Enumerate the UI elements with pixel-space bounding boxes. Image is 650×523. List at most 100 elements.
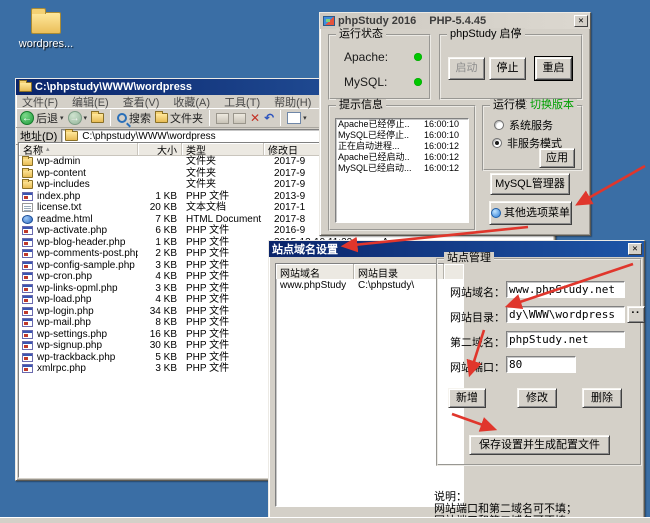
message-text: MySQL已经停止..	[338, 130, 409, 141]
file-type-icon	[22, 169, 33, 178]
stop-button[interactable]: 停止	[489, 57, 526, 80]
start-button[interactable]: 启动	[448, 57, 485, 80]
column-name[interactable]: 名称▴	[19, 143, 138, 155]
file-name: wp-admin	[37, 156, 138, 167]
delete-icon[interactable]: ✕	[250, 111, 260, 125]
file-size: 34 KB	[138, 306, 182, 317]
message-text: Apache已经启动..	[338, 152, 410, 163]
site-row[interactable]: www.phpStudy C:\phpstudy\	[276, 279, 463, 292]
file-type: PHP 文件	[182, 225, 264, 236]
message-time: 16:00:12	[424, 152, 465, 163]
file-type: PHP 文件	[182, 237, 264, 248]
file-type: PHP 文件	[182, 363, 264, 374]
file-type-icon	[22, 318, 33, 327]
browse-button[interactable]: ··	[627, 306, 645, 323]
file-type: PHP 文件	[182, 340, 264, 351]
modify-button[interactable]: 修改	[517, 388, 557, 408]
file-type: HTML Document	[182, 214, 264, 225]
file-type-icon	[22, 295, 33, 304]
switch-version-link[interactable]: 切换版本	[527, 99, 577, 111]
up-button[interactable]	[91, 113, 104, 123]
save-config-button[interactable]: 保存设置并生成配置文件	[469, 435, 610, 455]
views-icon	[287, 112, 301, 124]
file-name: wp-settings.php	[37, 329, 138, 340]
control-group: phpStudy 启停 启动 停止 重启	[439, 34, 583, 100]
add-button[interactable]: 新增	[448, 388, 486, 408]
message-row: MySQL已经启动... 16:00:12	[336, 163, 468, 174]
file-type-icon	[22, 353, 33, 362]
other-options-button[interactable]: 其他选项菜单	[489, 201, 572, 225]
file-type: PHP 文件	[182, 352, 264, 363]
file-type-icon	[22, 284, 33, 293]
domain2-input[interactable]: phpStudy.net	[506, 331, 625, 348]
file-size: 4 KB	[138, 294, 182, 305]
taskbar[interactable]	[0, 517, 650, 523]
file-size: 4 KB	[138, 271, 182, 282]
domain2-label: 第二域名：	[450, 334, 505, 350]
file-name: wp-trackback.php	[37, 352, 138, 363]
forward-dropdown-icon[interactable]: ▾	[84, 114, 88, 122]
phpstudy-window: phpStudy 2016 PHP-5.4.45 ✕ 运行状态 Apache: …	[319, 12, 591, 236]
domain-input[interactable]: www.phpStudy.net	[506, 281, 625, 298]
file-name: license.txt	[37, 202, 138, 213]
site-list-rows: www.phpStudy C:\phpstudy\	[276, 279, 463, 292]
file-size: 8 KB	[138, 317, 182, 328]
dir-label: 网站目录：	[450, 309, 505, 325]
search-button[interactable]: 搜索	[117, 110, 151, 126]
mysql-status-dot	[414, 78, 422, 86]
messages-listbox[interactable]: Apache已经停止.. 16:00:10 MySQL已经停止.. 16:00:…	[335, 118, 469, 223]
file-size: 7 KB	[138, 214, 182, 225]
column-type[interactable]: 类型	[182, 143, 264, 155]
message-row: Apache已经启动.. 16:00:12	[336, 152, 468, 163]
menu-item[interactable]: 编辑(E)	[72, 94, 109, 110]
apache-status: Apache:	[344, 50, 422, 64]
menu-item[interactable]: 文件(F)	[22, 94, 58, 110]
radio-system-service[interactable]: 系统服务	[494, 117, 553, 133]
toolbar-separator	[280, 110, 281, 126]
mysql-manager-button[interactable]: MySQL管理器	[490, 173, 570, 195]
back-icon: ←	[20, 111, 34, 125]
restart-button[interactable]: 重启	[535, 57, 572, 80]
forward-button[interactable]: → ▾	[68, 111, 88, 125]
copy-to-icon[interactable]	[233, 113, 246, 124]
toolbar-separator	[110, 110, 111, 126]
message-text: Apache已经停止..	[338, 119, 410, 130]
col-site-dir[interactable]: 网站目录	[354, 264, 444, 279]
close-icon[interactable]: ✕	[574, 15, 588, 27]
menu-item[interactable]: 收藏(A)	[173, 94, 210, 110]
menu-item[interactable]: 工具(T)	[224, 94, 260, 110]
file-name: wp-comments-post.php	[37, 248, 138, 259]
menu-item[interactable]: 帮助(H)	[274, 94, 311, 110]
options-orb-icon	[491, 208, 501, 218]
file-name: wp-blog-header.php	[37, 237, 138, 248]
message-row: 正在启动进程... 16:00:12	[336, 141, 468, 152]
delete-button[interactable]: 删除	[582, 388, 622, 408]
column-size[interactable]: 大小	[138, 143, 182, 155]
move-to-icon[interactable]	[216, 113, 229, 124]
file-type-icon	[22, 238, 33, 247]
desktop-folder-wordpress[interactable]: wordpres...	[14, 12, 78, 50]
dir-input[interactable]: dy\WWW\wordpress	[506, 306, 625, 323]
file-size: 30 KB	[138, 340, 182, 351]
folders-button[interactable]: 文件夹	[155, 110, 203, 126]
phpstudy-app-icon	[323, 16, 335, 26]
file-type-icon	[22, 180, 33, 189]
apply-button[interactable]: 应用	[539, 148, 575, 168]
col-site-domain[interactable]: 网站域名	[276, 264, 354, 279]
message-text: 正在启动进程...	[338, 141, 400, 152]
file-type: 文件夹	[182, 168, 264, 179]
menu-item[interactable]: 查看(V)	[123, 94, 160, 110]
address-value: C:\phpstudy\WWW\wordpress	[82, 131, 215, 142]
file-type: PHP 文件	[182, 317, 264, 328]
back-button[interactable]: ← 后退 ▾	[20, 110, 64, 126]
back-dropdown-icon[interactable]: ▾	[60, 114, 64, 122]
close-icon[interactable]: ✕	[628, 243, 642, 255]
undo-icon[interactable]: ↶	[264, 111, 274, 125]
file-type-icon	[22, 192, 33, 201]
views-button[interactable]: ▾	[287, 112, 307, 124]
port-input[interactable]: 80	[506, 356, 576, 373]
mysql-status: MySQL:	[344, 75, 422, 89]
mode-group: 运行模式 切换版本 系统服务 非服务模式 应用	[482, 105, 583, 171]
phpstudy-titlebar[interactable]: phpStudy 2016 PHP-5.4.45 ✕	[320, 13, 590, 29]
file-type: PHP 文件	[182, 260, 264, 271]
